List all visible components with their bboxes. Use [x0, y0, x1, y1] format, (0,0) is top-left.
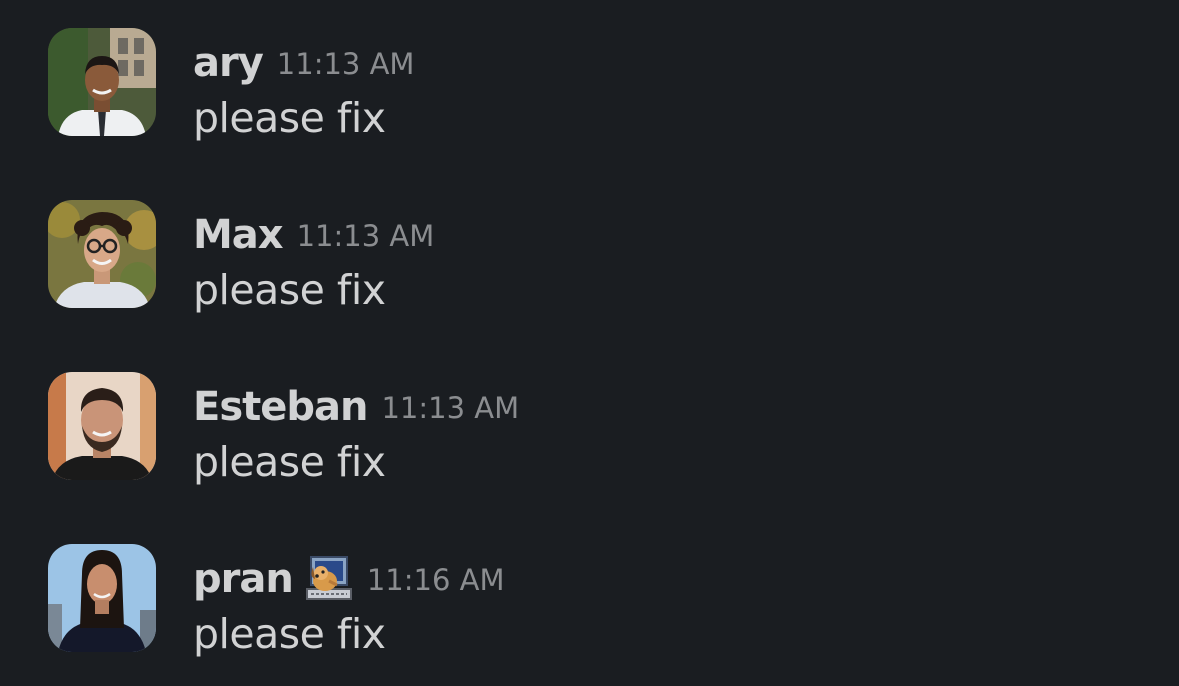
message-item: pran 11:16 AM please fix [48, 544, 1148, 658]
message-header: Esteban 11:13 AM [193, 380, 519, 434]
author-name[interactable]: Max [193, 212, 284, 258]
author-name[interactable]: pran [193, 556, 294, 602]
message-item: Esteban 11:13 AM please fix [48, 372, 1148, 486]
message-text: please fix [193, 94, 386, 142]
author-name[interactable]: ary [193, 40, 264, 86]
message-pane: ary 11:13 AM please fix Max 11:13 AM ple… [0, 0, 1179, 686]
message-item: Max 11:13 AM please fix [48, 200, 1148, 314]
avatar[interactable] [48, 200, 156, 308]
message-header: Max 11:13 AM [193, 208, 434, 262]
avatar[interactable] [48, 28, 156, 136]
message-text: please fix [193, 610, 386, 658]
message-text: please fix [193, 266, 386, 314]
timestamp[interactable]: 11:13 AM [297, 219, 435, 253]
timestamp[interactable]: 11:16 AM [367, 563, 505, 597]
timestamp[interactable]: 11:13 AM [381, 391, 519, 425]
avatar[interactable] [48, 372, 156, 480]
message-header: ary 11:13 AM [193, 36, 414, 90]
avatar[interactable] [48, 544, 156, 652]
message-item: ary 11:13 AM please fix [48, 28, 1148, 142]
message-text: please fix [193, 438, 386, 486]
timestamp[interactable]: 11:13 AM [277, 47, 415, 81]
author-name[interactable]: Esteban [193, 384, 368, 430]
message-header: pran 11:16 AM [193, 552, 504, 606]
dog-computer-emoji-icon[interactable] [305, 555, 353, 603]
